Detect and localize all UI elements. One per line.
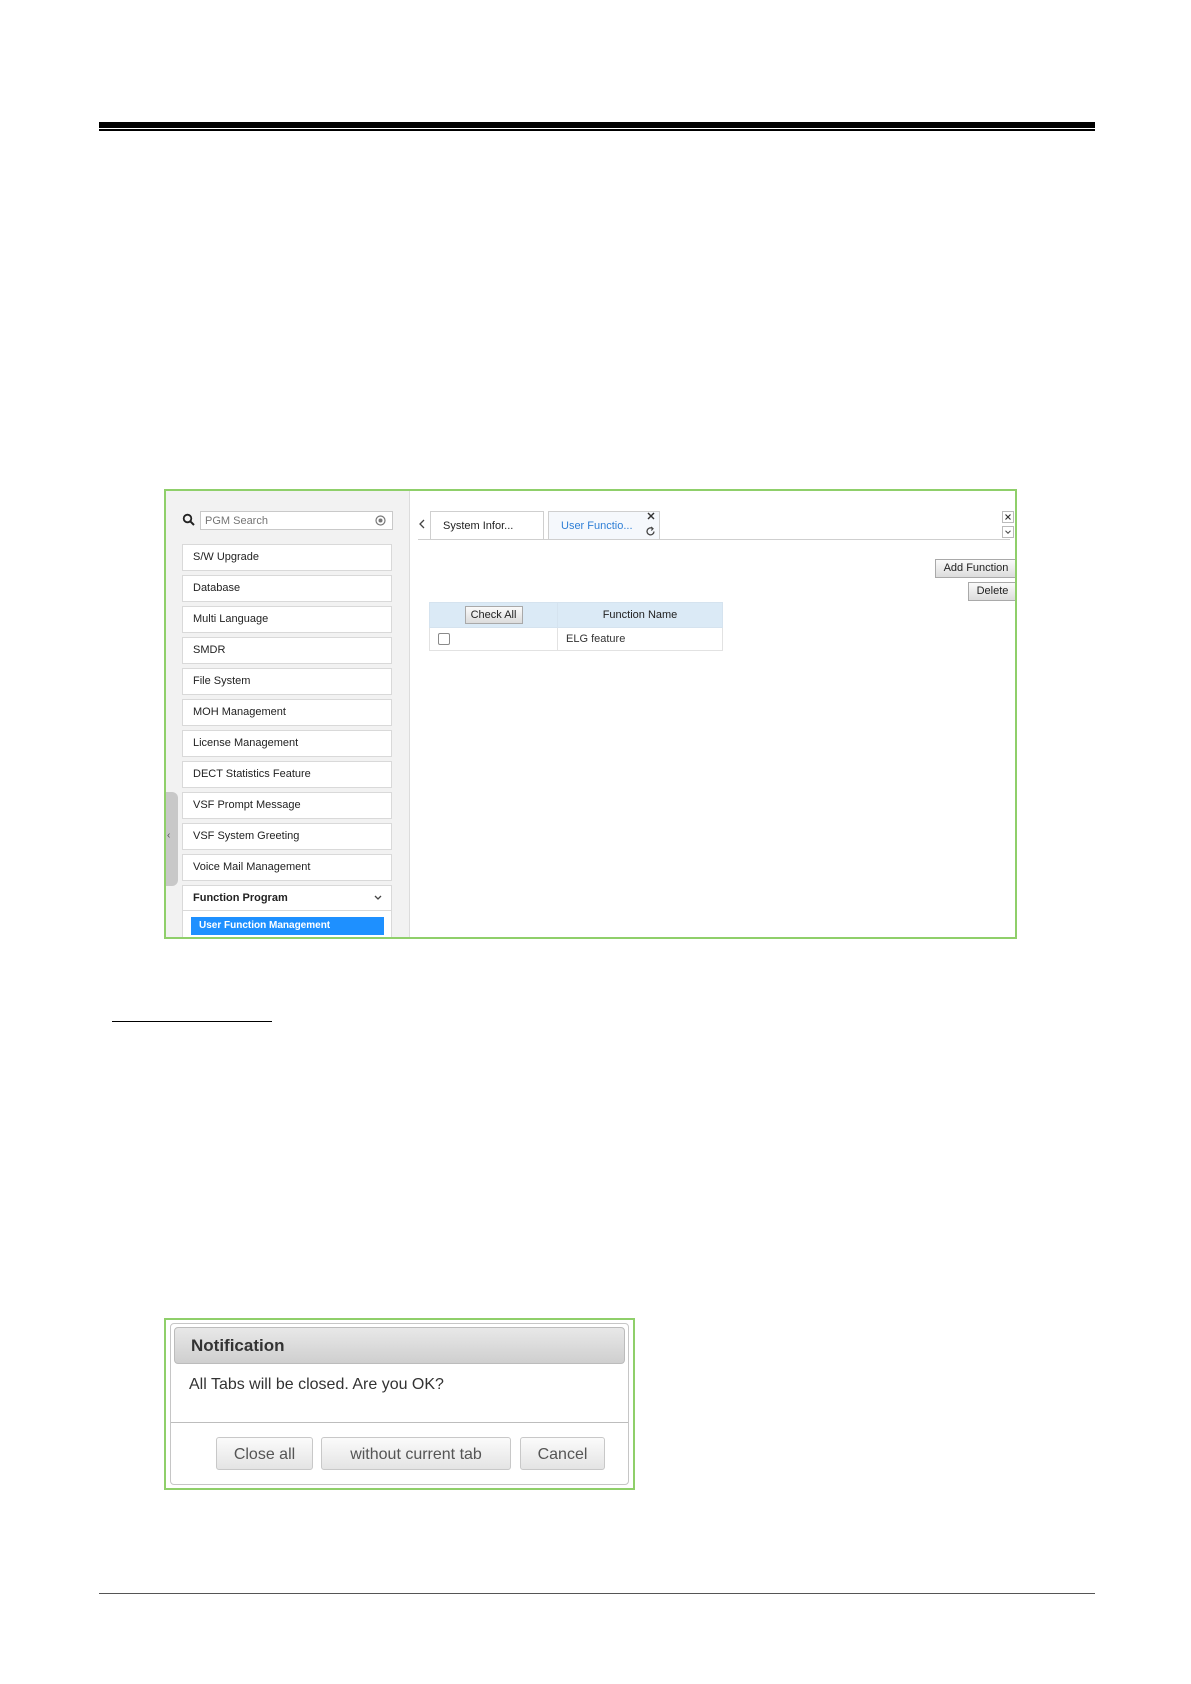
menu-item-sw-upgrade[interactable]: S/W Upgrade: [182, 544, 392, 571]
row-checkbox-cell: [429, 627, 558, 651]
menu-item-smdr[interactable]: SMDR: [182, 637, 392, 664]
refresh-icon[interactable]: [645, 526, 656, 537]
tab-system-information[interactable]: System Infor...: [430, 511, 544, 539]
table-row: ELG feature: [429, 627, 723, 651]
menu-item-function-program-label: Function Program: [193, 892, 288, 904]
tab-scroll-left-icon[interactable]: [418, 517, 426, 531]
screenshot-notification-dialog: Notification All Tabs will be closed. Ar…: [164, 1318, 635, 1490]
function-name-header: Function Name: [557, 602, 723, 628]
search-icon[interactable]: [182, 513, 196, 527]
sidebar-collapse-handle[interactable]: ‹: [166, 792, 178, 886]
dialog-divider: [171, 1422, 628, 1423]
menu-item-function-program[interactable]: Function Program: [182, 885, 392, 912]
cancel-button[interactable]: Cancel: [520, 1437, 605, 1470]
close-all-tabs-icon[interactable]: [1002, 511, 1014, 523]
add-function-button[interactable]: Add Function: [935, 559, 1015, 578]
row-checkbox[interactable]: [438, 633, 450, 646]
screenshot-user-function-management: S/W Upgrade Database Multi Language SMDR…: [164, 489, 1017, 939]
chevron-left-icon: ‹: [167, 830, 171, 841]
menu-item-license-management[interactable]: License Management: [182, 730, 392, 757]
tab-bar: System Infor... User Functio...: [418, 511, 1010, 540]
dialog-message: All Tabs will be closed. Are you OK?: [189, 1376, 444, 1393]
notification-dialog: Notification All Tabs will be closed. Ar…: [170, 1323, 629, 1485]
check-all-header: Check All: [429, 602, 558, 628]
header-rule-thin: [99, 129, 1095, 131]
check-all-button[interactable]: Check All: [464, 606, 523, 624]
search-row: [182, 511, 393, 531]
dialog-title: Notification: [174, 1327, 625, 1364]
menu-item-voice-mail-management[interactable]: Voice Mail Management: [182, 854, 392, 881]
menu-item-moh-management[interactable]: MOH Management: [182, 699, 392, 726]
submenu-item-user-function-management[interactable]: User Function Management: [191, 917, 384, 935]
menu-item-file-system[interactable]: File System: [182, 668, 392, 695]
chevron-down-icon: [374, 895, 382, 900]
function-table: Check All Function Name ELG feature: [429, 602, 723, 651]
close-all-button[interactable]: Close all: [216, 1437, 313, 1470]
section-heading-underline: [112, 1021, 272, 1022]
without-current-tab-button[interactable]: without current tab: [321, 1437, 511, 1470]
header-rule: [99, 122, 1095, 128]
menu-item-vsf-system-greeting[interactable]: VSF System Greeting: [182, 823, 392, 850]
function-name-cell: ELG feature: [557, 627, 723, 651]
menu-item-vsf-prompt-message[interactable]: VSF Prompt Message: [182, 792, 392, 819]
menu-item-multi-language[interactable]: Multi Language: [182, 606, 392, 633]
close-tab-icon[interactable]: [646, 511, 656, 521]
footer-rule: [99, 1593, 1095, 1594]
sidebar: S/W Upgrade Database Multi Language SMDR…: [166, 491, 410, 937]
menu-item-database[interactable]: Database: [182, 575, 392, 602]
table-header-row: Check All Function Name: [429, 602, 723, 628]
delete-button[interactable]: Delete: [968, 582, 1015, 601]
menu-item-dect-statistics[interactable]: DECT Statistics Feature: [182, 761, 392, 788]
menu-list: S/W Upgrade Database Multi Language SMDR…: [182, 544, 392, 916]
tab-list-dropdown-icon[interactable]: [1002, 526, 1014, 538]
tab-user-function[interactable]: User Functio...: [548, 511, 660, 539]
clear-search-icon[interactable]: [375, 515, 386, 526]
pgm-search-input[interactable]: [200, 511, 393, 530]
